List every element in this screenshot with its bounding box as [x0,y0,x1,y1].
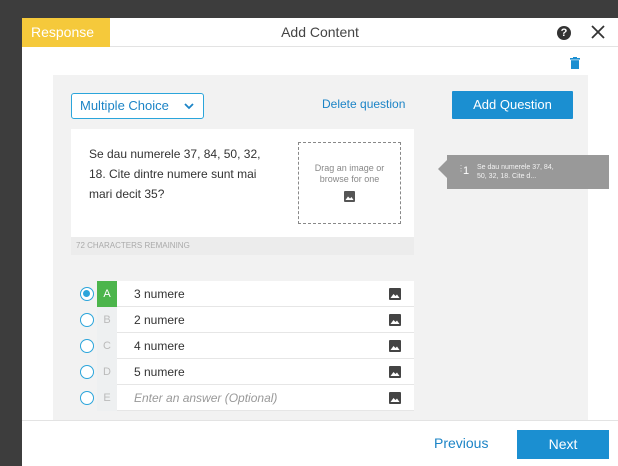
answer-letter: B [97,307,117,333]
answer-radio-e[interactable] [80,391,94,405]
characters-remaining: 72 CHARACTERS REMAINING [71,237,414,255]
image-icon[interactable] [389,392,401,404]
answer-row: B 2 numere [97,307,414,333]
previous-button[interactable]: Previous [434,434,488,452]
add-content-dialog: Response Add Content ? Multiple Choice D… [22,18,618,466]
question-text-input[interactable]: Se dau numerele 37, 84, 50, 32, 18. Cite… [89,144,279,204]
close-icon[interactable] [589,22,607,42]
answer-letter: E [97,385,117,411]
answer-row: E Enter an answer (Optional) [97,385,414,411]
image-icon[interactable] [389,314,401,326]
image-icon [344,191,355,202]
dialog-header: Response Add Content ? [22,18,618,47]
answer-text-input[interactable]: 5 numere [134,359,185,385]
question-text-line: Se dau numerele 37, 84, 50, 32, [89,147,261,161]
dropzone-text: Drag an image or browse for one [299,163,400,185]
question-type-dropdown[interactable]: Multiple Choice [71,93,204,119]
answer-radio-c[interactable] [80,339,94,353]
selected-pointer [438,160,447,178]
answer-radio-a[interactable] [80,287,94,301]
next-button[interactable]: Next [517,430,609,459]
question-type-label: Multiple Choice [80,98,169,113]
answer-text-input[interactable]: 3 numere [134,281,185,307]
question-editor: Multiple Choice Delete question Se dau n… [53,75,588,420]
answer-radio-b[interactable] [80,313,94,327]
answer-radio-d[interactable] [80,365,94,379]
question-preview: Se dau numerele 37, 84, 50, 32, 18. Cite… [477,163,602,181]
image-dropzone[interactable]: Drag an image or browse for one [298,142,401,224]
answer-row: A 3 numere [97,281,414,307]
help-icon[interactable]: ? [557,26,571,40]
answer-text-input[interactable]: 4 numere [134,333,185,359]
question-text-line: mari decit 35? [89,187,165,201]
answer-text-input[interactable]: 2 numere [134,307,185,333]
dialog-footer: Previous Next [22,420,618,466]
add-question-button[interactable]: Add Question [452,91,573,119]
question-preview-line: 50, 32, 18. Cite d... [477,173,537,180]
image-icon[interactable] [389,288,401,300]
question-preview-line: Se dau numerele 37, 84, [477,164,554,171]
chevron-down-icon [184,103,194,110]
delete-question-link[interactable]: Delete question [322,96,405,112]
question-number: 1 [463,165,470,177]
answer-letter: A [97,281,117,307]
question-card: Se dau numerele 37, 84, 50, 32, 18. Cite… [71,129,414,255]
dropzone-line: browse for one [319,174,380,184]
answer-letter: D [97,359,117,385]
question-text-line: 18. Cite dintre numere sunt mai [89,167,257,181]
answer-letter: C [97,333,117,359]
image-icon[interactable] [389,340,401,352]
dropzone-line: Drag an image or [314,163,385,173]
answer-row: D 5 numere [97,359,414,385]
dialog-title: Add Content [281,24,359,40]
tab-response[interactable]: Response [22,18,110,47]
answer-row: C 4 numere [97,333,414,359]
image-icon[interactable] [389,366,401,378]
trash-icon[interactable] [570,57,580,69]
answer-text-input[interactable]: Enter an answer (Optional) [134,385,277,411]
sidebar-question-item[interactable]: ⋮ 1 Se dau numerele 37, 84, 50, 32, 18. … [447,155,609,189]
